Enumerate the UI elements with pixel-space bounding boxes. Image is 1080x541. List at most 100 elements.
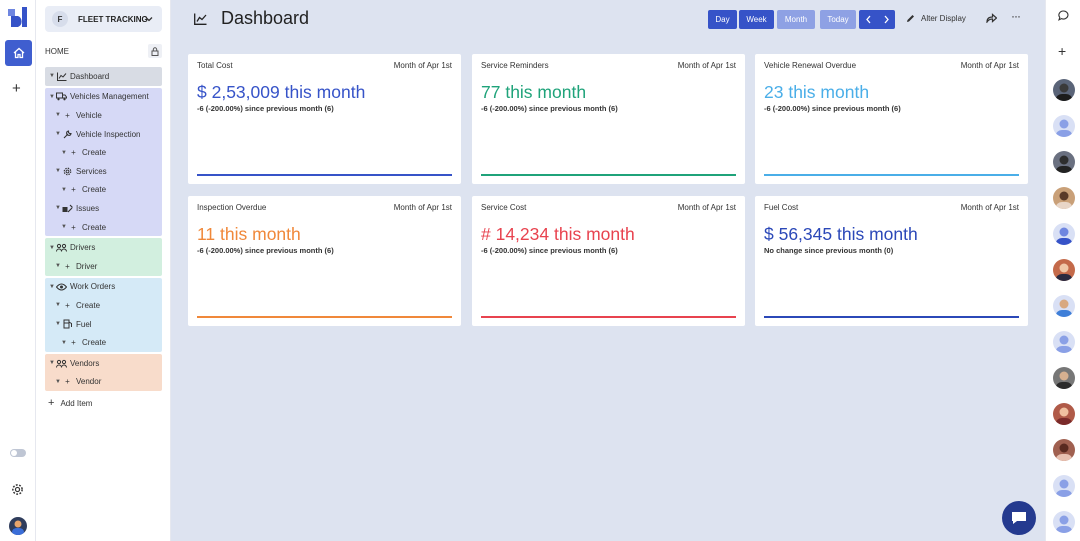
avatar[interactable]	[1053, 259, 1075, 281]
sidebar-item-vehicle-inspection[interactable]: ▼ Vehicle Inspection	[45, 125, 162, 144]
card-change: -6 (-200.00%) since previous month (6)	[197, 104, 334, 113]
today-button[interactable]: Today	[820, 10, 856, 29]
sidebar-item-issues[interactable]: ▼ Issues	[45, 199, 162, 218]
home-button[interactable]	[5, 40, 32, 66]
add-workspace-plus-icon[interactable]: +	[12, 80, 21, 97]
caret-down-icon[interactable]: ▼	[54, 205, 62, 211]
avatar[interactable]	[1053, 187, 1075, 209]
share-icon[interactable]	[986, 13, 997, 23]
sidebar-item-drivers[interactable]: ▼ Drivers	[45, 238, 162, 257]
add-item-label: Add Item	[60, 398, 93, 408]
card-total-cost[interactable]: Total Cost Month of Apr 1st $ 2,53,009 t…	[188, 54, 461, 184]
header: Dashboard Day Week Month Today Alter Dis…	[171, 0, 1045, 40]
home-section-header: HOME	[45, 44, 162, 58]
card-value: 11 this month	[197, 224, 301, 244]
month-button[interactable]: Month	[777, 10, 815, 29]
card-service-cost[interactable]: Service Cost Month of Apr 1st # 14,234 t…	[472, 196, 745, 326]
caret-down-icon[interactable]: ▼	[60, 224, 68, 230]
card-change: -6 (-200.00%) since previous month (6)	[481, 246, 618, 255]
home-label: HOME	[45, 46, 69, 56]
avatar[interactable]	[1053, 331, 1075, 353]
right-panel: +	[1045, 0, 1080, 541]
chat-launcher-button[interactable]	[1002, 501, 1036, 535]
home-icon	[13, 47, 24, 59]
caret-down-icon[interactable]: ▼	[54, 302, 62, 308]
sidebar-item-label: Create	[82, 148, 107, 158]
sidebar-item-vehicles-management[interactable]: ▼ Vehicles Management	[45, 88, 162, 107]
sidebar-item-label: Create	[82, 222, 107, 232]
chevron-left-icon[interactable]	[865, 15, 872, 24]
avatar[interactable]	[1053, 475, 1075, 497]
sidebar-item-work-orders[interactable]: ▼ Work Orders	[45, 278, 162, 297]
caret-down-icon[interactable]: ▼	[54, 263, 62, 269]
theme-toggle[interactable]	[10, 449, 26, 457]
caret-down-icon[interactable]: ▼	[60, 187, 68, 193]
caret-down-icon[interactable]: ▼	[54, 379, 62, 385]
plus-icon: +	[71, 185, 76, 195]
alter-display-button[interactable]: Alter Display	[906, 14, 966, 23]
avatar[interactable]	[1053, 367, 1075, 389]
day-button[interactable]: Day	[708, 10, 737, 29]
eye-icon	[56, 282, 67, 292]
caret-down-icon[interactable]: ▼	[54, 112, 62, 118]
plus-icon: +	[65, 300, 70, 310]
sidebar-item-dashboard[interactable]: ▼ Dashboard	[45, 67, 162, 86]
card-value: $ 2,53,009 this month	[197, 82, 366, 102]
card-value: # 14,234 this month	[481, 224, 635, 244]
avatar[interactable]	[1053, 439, 1075, 461]
chevron-right-icon[interactable]	[883, 15, 890, 24]
sidebar-item-vehicle[interactable]: ▼ + Vehicle	[45, 106, 162, 125]
sidebar-item-vendors[interactable]: ▼ Vendors	[45, 354, 162, 373]
caret-down-icon[interactable]: ▼	[48, 284, 56, 290]
avatar[interactable]	[1053, 403, 1075, 425]
plus-icon: +	[71, 222, 76, 232]
add-member-plus-icon[interactable]: +	[1058, 43, 1066, 59]
avatar[interactable]	[1053, 511, 1075, 533]
avatar[interactable]	[1053, 151, 1075, 173]
chat-icon[interactable]	[1058, 10, 1069, 21]
caret-down-icon[interactable]: ▼	[54, 131, 62, 137]
card-period: Month of Apr 1st	[677, 203, 736, 212]
caret-down-icon[interactable]: ▼	[54, 321, 62, 327]
caret-down-icon[interactable]: ▼	[60, 340, 68, 346]
caret-down-icon[interactable]: ▼	[48, 94, 56, 100]
card-service-reminders[interactable]: Service Reminders Month of Apr 1st 77 th…	[472, 54, 745, 184]
card-label: Service Reminders	[481, 61, 549, 70]
group-drivers: ▼ Drivers ▼ + Driver	[45, 238, 162, 276]
card-vehicle-renewal-overdue[interactable]: Vehicle Renewal Overdue Month of Apr 1st…	[755, 54, 1028, 184]
sidebar-item-vendor[interactable]: ▼ + Vendor	[45, 373, 162, 392]
card-fuel-cost[interactable]: Fuel Cost Month of Apr 1st $ 56,345 this…	[755, 196, 1028, 326]
sidebar-item-create[interactable]: ▼ + Create	[45, 333, 162, 352]
week-button[interactable]: Week	[739, 10, 774, 29]
sidebar: F FLEET TRACKING HOME ▼ Dashboard ▼ Vehi…	[36, 0, 171, 541]
card-inspection-overdue[interactable]: Inspection Overdue Month of Apr 1st 11 t…	[188, 196, 461, 326]
sidebar-item-services[interactable]: ▼ Services	[45, 162, 162, 181]
app-selector[interactable]: F FLEET TRACKING	[45, 6, 162, 32]
caret-down-icon[interactable]: ▼	[48, 360, 56, 366]
settings-gear-icon[interactable]	[11, 483, 24, 496]
more-icon[interactable]: ···	[1011, 9, 1021, 23]
lock-button[interactable]	[148, 44, 162, 58]
caret-down-icon[interactable]: ▼	[54, 168, 62, 174]
sidebar-item-create[interactable]: ▼ + Create	[45, 143, 162, 162]
caret-down-icon[interactable]: ▼	[48, 73, 56, 79]
avatar[interactable]	[1053, 79, 1075, 101]
card-trend-line	[481, 174, 736, 176]
card-period: Month of Apr 1st	[393, 203, 452, 212]
caret-down-icon[interactable]: ▼	[60, 150, 68, 156]
app-logo[interactable]	[8, 7, 28, 27]
sidebar-item-create[interactable]: ▼ + Create	[45, 181, 162, 200]
avatar[interactable]	[1053, 115, 1075, 137]
caret-down-icon[interactable]: ▼	[48, 245, 56, 251]
add-item-button[interactable]: + Add Item	[48, 397, 92, 409]
sidebar-item-create[interactable]: ▼ + Create	[45, 218, 162, 237]
alter-display-label: Alter Display	[921, 14, 966, 23]
sidebar-item-create[interactable]: ▼ + Create	[45, 296, 162, 315]
sidebar-item-fuel[interactable]: ▼ Fuel	[45, 315, 162, 334]
truck-icon	[56, 92, 67, 102]
current-user-avatar[interactable]	[9, 517, 27, 535]
sidebar-item-driver[interactable]: ▼ + Driver	[45, 257, 162, 276]
sidebar-item-label: Create	[82, 338, 107, 348]
avatar[interactable]	[1053, 295, 1075, 317]
avatar[interactable]	[1053, 223, 1075, 245]
